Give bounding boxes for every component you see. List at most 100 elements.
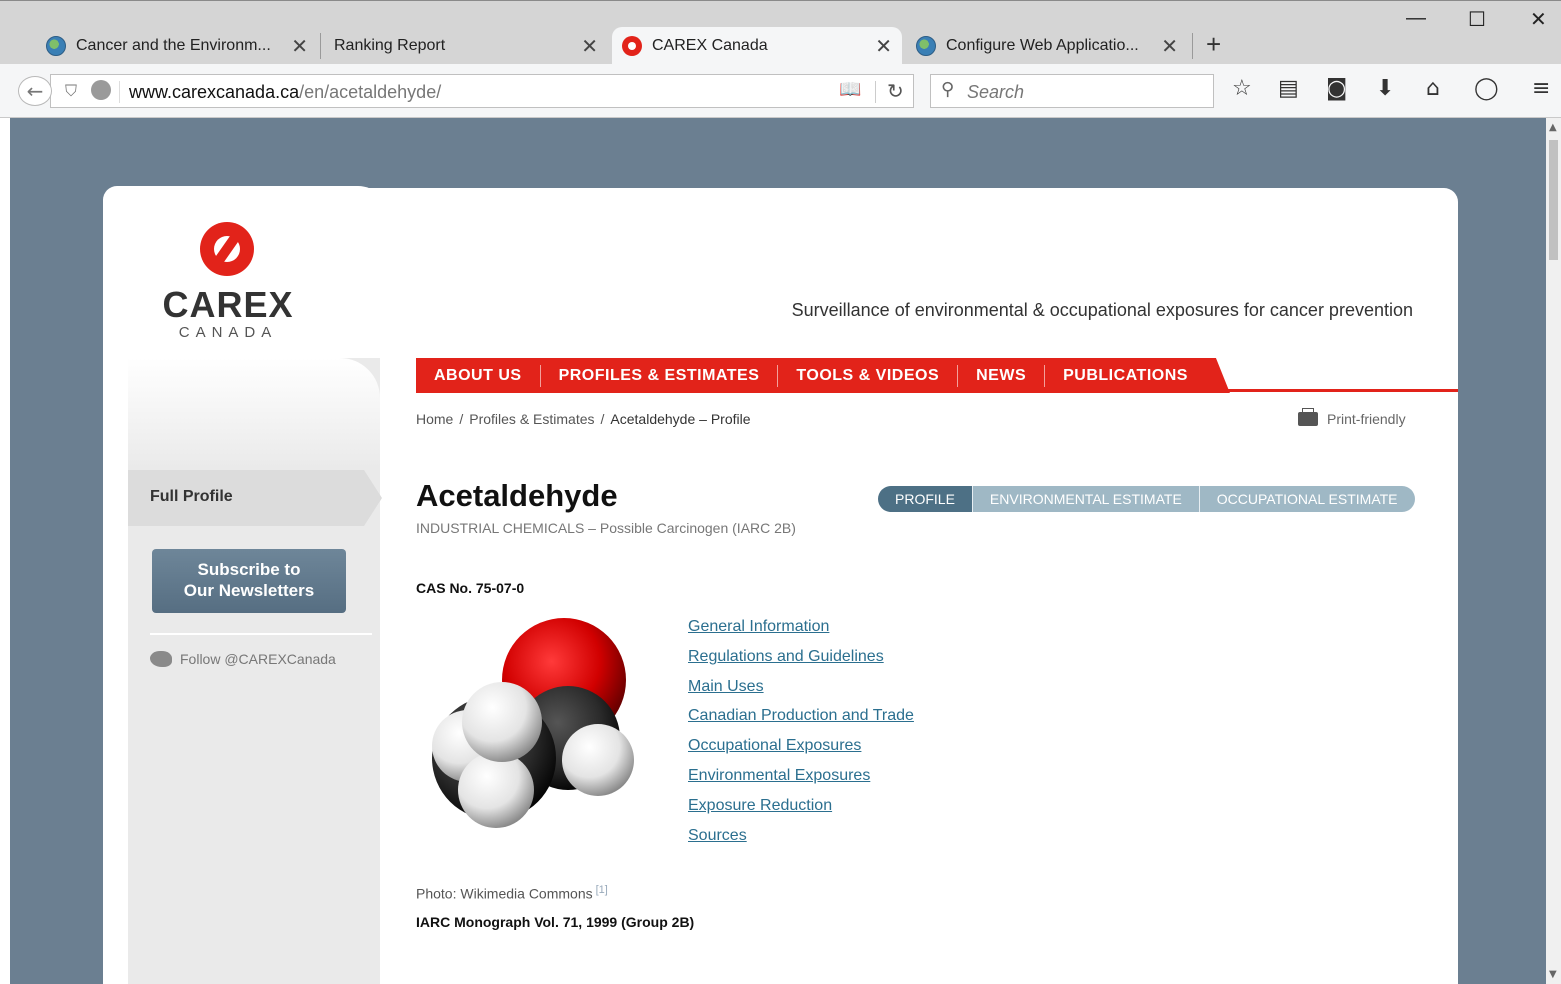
divider <box>875 81 876 103</box>
chat-icon[interactable]: ◯ <box>1474 76 1499 101</box>
tab-divider <box>1192 33 1193 59</box>
tab-strip: Cancer and the Environm... ✕ Ranking Rep… <box>0 0 1561 65</box>
page-viewport: CAREX CANADA Surveillance of environment… <box>10 118 1546 984</box>
link-occupational-exposures[interactable]: Occupational Exposures <box>688 735 914 765</box>
new-tab-button[interactable]: + <box>1206 29 1221 60</box>
link-regulations-guidelines[interactable]: Regulations and Guidelines <box>688 646 914 676</box>
follow-label: Follow @CAREXCanada <box>180 651 336 667</box>
print-label: Print-friendly <box>1327 411 1406 427</box>
cas-number: CAS No. 75-07-0 <box>416 580 525 596</box>
sidebar-item-label: Full Profile <box>150 488 233 505</box>
left-column-fade <box>128 358 380 468</box>
globe-icon <box>916 36 936 56</box>
link-exposure-reduction[interactable]: Exposure Reduction <box>688 795 914 825</box>
search-icon: ⚲ <box>941 79 955 100</box>
tab-title: Cancer and the Environm... <box>76 37 271 54</box>
close-icon[interactable]: ✕ <box>291 34 308 59</box>
twitter-follow-link[interactable]: Follow @CAREXCanada <box>150 651 336 667</box>
site-info-icon[interactable] <box>91 80 111 100</box>
url-text[interactable]: www.carexcanada.ca/en/acetaldehyde/ <box>129 82 441 103</box>
address-bar[interactable]: ⛉ www.carexcanada.ca/en/acetaldehyde/ 📖 … <box>50 74 914 108</box>
nav-news[interactable]: NEWS <box>958 365 1045 387</box>
scroll-down-icon[interactable]: ▼ <box>1549 969 1557 980</box>
breadcrumb-separator: / <box>600 411 605 427</box>
close-icon[interactable]: ✕ <box>1161 34 1178 59</box>
page-subtitle: INDUSTRIAL CHEMICALS – Possible Carcinog… <box>416 520 796 536</box>
scroll-up-icon[interactable]: ▲ <box>1549 122 1557 133</box>
bookmark-star-icon[interactable]: ☆ <box>1232 76 1252 101</box>
back-button[interactable]: ← <box>18 76 52 106</box>
sidebar-divider <box>150 633 372 635</box>
page-scrollbar[interactable]: ▲ ▼ <box>1546 118 1561 984</box>
nav-publications[interactable]: PUBLICATIONS <box>1045 365 1206 387</box>
logo-wordmark[interactable]: CAREX <box>158 284 298 326</box>
subscribe-newsletter-button[interactable]: Subscribe to Our Newsletters <box>152 549 346 613</box>
hydrogen-atom <box>458 752 534 828</box>
reload-icon[interactable]: ↻ <box>887 79 904 103</box>
nav-about-us[interactable]: ABOUT US <box>416 365 541 387</box>
photo-credit: Photo: Wikimedia Commons [1] <box>416 884 608 902</box>
breadcrumb-separator: / <box>459 411 464 427</box>
tab-cancer-environment[interactable]: Cancer and the Environm... ✕ <box>36 27 318 65</box>
twitter-icon <box>150 651 172 667</box>
tab-title: Ranking Report <box>334 37 446 54</box>
hydrogen-atom <box>462 682 542 762</box>
link-general-information[interactable]: General Information <box>688 616 914 646</box>
url-domain: www.carexcanada.ca <box>129 82 300 102</box>
browser-chrome: Cancer and the Environm... ✕ Ranking Rep… <box>0 0 1561 118</box>
iarc-monograph: IARC Monograph Vol. 71, 1999 (Group 2B) <box>416 914 695 930</box>
divider <box>119 81 120 103</box>
subscribe-line-1: Subscribe to <box>197 560 301 579</box>
tab-ranking-report[interactable]: Ranking Report ✕ <box>324 27 608 65</box>
bookmarks-library-icon[interactable]: ▤ <box>1278 76 1299 101</box>
tab-profile[interactable]: PROFILE <box>878 486 972 512</box>
link-sources[interactable]: Sources <box>688 825 914 855</box>
reader-view-icon[interactable]: 📖 <box>839 79 861 100</box>
breadcrumb-home[interactable]: Home <box>416 411 453 427</box>
close-icon[interactable]: ✕ <box>875 34 892 59</box>
nav-profiles-estimates[interactable]: PROFILES & ESTIMATES <box>541 365 779 387</box>
maximize-button[interactable]: ☐ <box>1468 7 1486 32</box>
breadcrumb-current: Acetaldehyde – Profile <box>610 411 751 427</box>
scrollbar-thumb[interactable] <box>1549 140 1558 260</box>
nav-tools-videos[interactable]: TOOLS & VIDEOS <box>778 365 958 387</box>
site-tagline: Surveillance of environmental & occupati… <box>791 300 1413 320</box>
search-placeholder: Search <box>967 82 1025 102</box>
tab-title: CAREX Canada <box>652 37 768 54</box>
profile-section-links: General Information Regulations and Guid… <box>688 616 914 854</box>
close-icon[interactable]: ✕ <box>581 34 598 59</box>
sidebar-item-full-profile[interactable]: Full Profile <box>128 470 382 526</box>
link-canadian-production-trade[interactable]: Canadian Production and Trade <box>688 705 914 735</box>
photo-reference-link[interactable]: [1] <box>596 884 608 896</box>
tab-carex-canada[interactable]: CAREX Canada ✕ <box>612 27 902 65</box>
tab-environmental-estimate[interactable]: ENVIRONMENTAL ESTIMATE <box>971 486 1199 512</box>
minimize-button[interactable]: — <box>1406 7 1426 30</box>
carex-favicon-icon <box>622 36 642 56</box>
link-environmental-exposures[interactable]: Environmental Exposures <box>688 765 914 795</box>
navigation-toolbar: ⛉ www.carexcanada.ca/en/acetaldehyde/ 📖 … <box>0 64 1561 118</box>
link-main-uses[interactable]: Main Uses <box>688 676 914 706</box>
logo-subtitle: CANADA <box>178 324 278 341</box>
breadcrumb-profiles[interactable]: Profiles & Estimates <box>469 411 594 427</box>
tab-configure-web-application[interactable]: Configure Web Applicatio... ✕ <box>906 27 1188 65</box>
subscribe-line-2: Our Newsletters <box>183 581 315 600</box>
shield-icon[interactable]: ⛉ <box>65 81 77 101</box>
window-close-button[interactable]: ✕ <box>1530 7 1547 32</box>
pocket-icon[interactable]: ◙ <box>1326 76 1347 101</box>
acetaldehyde-molecule-image <box>432 618 634 828</box>
hydrogen-atom <box>562 724 634 796</box>
url-path: /en/acetaldehyde/ <box>299 82 442 102</box>
menu-icon[interactable]: ≡ <box>1532 76 1550 101</box>
page-title: Acetaldehyde <box>416 478 618 513</box>
printer-icon <box>1298 408 1318 426</box>
main-nav: ABOUT US PROFILES & ESTIMATES TOOLS & VI… <box>416 358 1230 393</box>
download-icon[interactable]: ⬇ <box>1376 76 1394 101</box>
profile-tabs: PROFILE ENVIRONMENTAL ESTIMATE OCCUPATIO… <box>878 486 1415 512</box>
tab-divider <box>320 33 321 59</box>
photo-credit-text: Photo: Wikimedia Commons <box>416 885 593 902</box>
print-friendly-link[interactable]: Print-friendly <box>1298 408 1406 427</box>
search-bar[interactable]: ⚲ Search <box>930 74 1214 108</box>
tab-occupational-estimate[interactable]: OCCUPATIONAL ESTIMATE <box>1198 486 1415 512</box>
carex-logo-icon[interactable] <box>200 222 254 276</box>
home-icon[interactable]: ⌂ <box>1426 76 1440 101</box>
